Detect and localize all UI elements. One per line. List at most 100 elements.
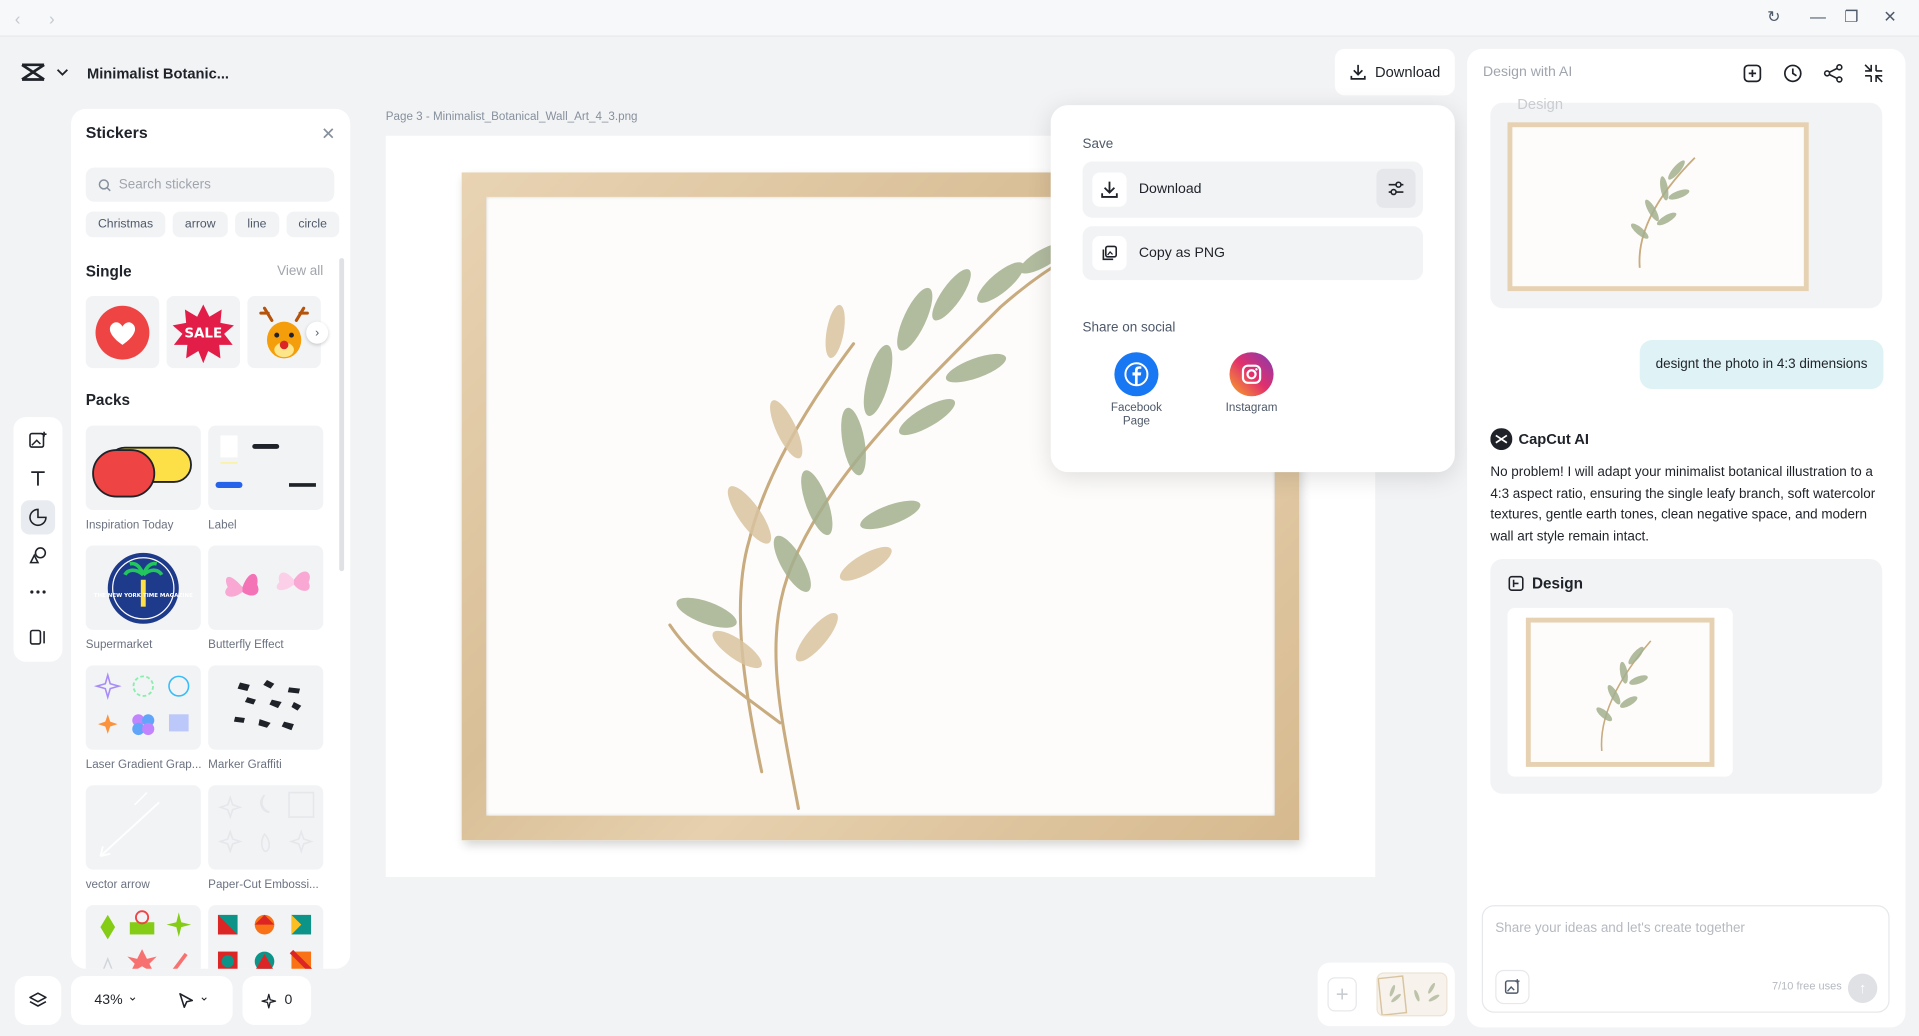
zoom-dropdown[interactable]: 43% ⌄ [94,990,138,1008]
pack-label: Marker Graffiti [208,758,282,772]
facebook-label: Facebook Page [1110,401,1162,429]
sliders-icon [1388,181,1404,196]
pack-inspiration-today[interactable] [85,425,201,511]
download-popup: Save Download Copy as PNG Share on socia… [1050,105,1455,473]
pack-marker-graffiti[interactable] [208,665,324,750]
copy-image-icon [1092,236,1127,271]
layers-button[interactable] [14,976,62,1025]
download-option-label: Download [1138,182,1202,197]
page-thumbnails[interactable] [1376,972,1448,1017]
sparkle-icon [261,993,277,1008]
heart-sticker[interactable] [85,295,160,369]
download-option[interactable]: Download [1082,161,1423,218]
download-button-label: Download [1374,63,1441,81]
page-thumbnail-branches [1377,975,1440,1016]
single-scroll-right-icon[interactable]: › [306,321,329,344]
magazine-badge-text: THE NEW YORK TIME MAGAZINE [94,593,193,599]
ai-prompt-input[interactable] [1495,920,1863,951]
pointer-tool-dropdown[interactable]: ⌄ [177,991,209,1009]
facebook-icon [1114,352,1159,397]
send-arrow-icon: ↑ [1858,979,1867,997]
sticker-search-input[interactable] [118,177,327,193]
user-message-bubble: designt the photo in 4:3 dimensions [1639,340,1884,389]
maximize-icon[interactable]: ❐ [1844,7,1858,27]
collapse-panel-icon[interactable] [1864,64,1884,84]
copy-as-png-label: Copy as PNG [1138,245,1225,261]
chip-christmas[interactable]: Christmas [85,211,166,238]
stickers-tool-icon[interactable] [20,500,56,535]
view-all-link[interactable]: View all [277,264,323,279]
search-icon [98,178,111,191]
stickers-title: Stickers [85,123,148,142]
free-uses-counter: 7/10 free uses [1771,979,1842,992]
pack-laser-gradient[interactable] [85,665,201,750]
download-settings-button[interactable] [1376,168,1416,208]
instagram-icon [1229,352,1274,397]
share-instagram-button[interactable]: Instagram [1215,352,1288,415]
zoom-chevron-down-icon: ⌄ [127,990,138,1005]
ai-panel-title: Design with AI [1482,64,1573,80]
pages-strip: + [1317,962,1455,1027]
close-icon[interactable]: ✕ [321,124,335,145]
minimize-icon[interactable]: — [1810,7,1826,25]
pack-paper-cut[interactable] [208,785,324,870]
forward-arrow-icon[interactable]: › [49,9,55,29]
pack-supermarket[interactable]: THE NEW YORK TIME MAGAZINE [85,545,201,630]
bot-name-label: CapCut AI [1518,430,1589,448]
attach-image-button[interactable] [1495,969,1530,1005]
pack-geometric-tiles[interactable] [208,905,324,969]
design-result-header: Design [1507,575,1583,592]
add-image-icon[interactable] [26,428,50,452]
pack-label: Laser Gradient Grap... [85,758,202,772]
more-tools-icon[interactable] [26,580,50,604]
pack-vector-arrow[interactable] [85,785,201,870]
menu-chevron-down-icon[interactable] [56,67,69,77]
ai-credits-button[interactable]: 0 [242,976,312,1025]
pack-label: Label [208,518,237,533]
chip-line[interactable]: line [235,211,279,238]
bot-name: CapCut AI [1490,428,1589,451]
pointer-icon [178,992,193,1009]
ai-prompt-box: 7/10 free uses ↑ [1481,905,1890,1013]
ai-credits-count: 0 [284,993,293,1008]
previous-design-card: Design [1490,95,1883,309]
document-title[interactable]: Minimalist Botanic... [87,65,229,82]
pack-label: Inspiration Today [85,518,174,533]
layers-icon [29,992,47,1007]
previous-design-thumbnail[interactable] [1507,122,1809,292]
text-tool-icon[interactable] [26,466,50,490]
title-bar: ‹ › ↻ — ❐ ✕ [0,0,1919,37]
pack-colorful-shapes[interactable] [85,905,201,969]
refresh-icon[interactable]: ↻ [1767,7,1780,27]
download-button[interactable]: Download [1334,48,1455,96]
add-page-icon[interactable]: + [1327,977,1357,1012]
previous-design-label: Design [1517,95,1564,113]
sticker-chips: Christmas arrow line circle [85,211,340,238]
attach-image-icon [1504,979,1520,994]
back-arrow-icon[interactable]: ‹ [15,9,21,29]
pack-label-set[interactable] [208,425,324,511]
pack-label: Paper-Cut Embossi... [208,878,319,892]
copy-as-png-option[interactable]: Copy as PNG [1082,226,1423,281]
capcut-logo-icon[interactable] [21,62,45,82]
resize-tool-icon[interactable] [26,625,50,649]
single-section-title: Single [85,262,132,281]
new-chat-icon[interactable] [1743,64,1763,84]
pack-label: Butterfly Effect [208,638,284,652]
packs-section-title: Packs [85,391,130,409]
design-result-thumbnail[interactable] [1507,607,1733,777]
elements-tool-icon[interactable] [26,543,50,567]
close-window-icon[interactable]: ✕ [1883,7,1896,27]
share-facebook-button[interactable]: Facebook Page [1100,352,1173,428]
history-icon[interactable] [1783,64,1803,84]
chip-circle[interactable]: circle [286,211,340,238]
pack-butterfly-effect[interactable] [208,545,324,630]
sticker-search-box[interactable] [85,167,335,202]
share-nodes-icon[interactable] [1823,64,1843,84]
design-result-card: Design [1490,558,1883,794]
sale-sticker[interactable]: SALE [166,295,241,369]
chip-arrow[interactable]: arrow [172,211,228,238]
send-button[interactable]: ↑ [1847,973,1878,1003]
stickers-scrollbar[interactable] [339,258,345,572]
pack-label: Supermarket [85,638,153,652]
